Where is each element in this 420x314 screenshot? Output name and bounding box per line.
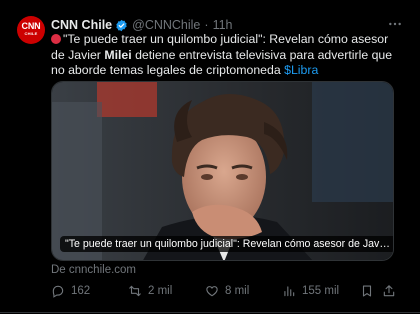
tweet-timestamp[interactable]: 11h — [213, 17, 233, 33]
card-headline[interactable]: "Te puede traer un quilombo judicial": R… — [60, 236, 393, 252]
tweet-header: CNN Chile @CNNChile · 11h — [51, 17, 233, 33]
bookmark-icon — [362, 285, 372, 297]
retweet-button[interactable]: 2 mil — [128, 282, 172, 300]
views-count: 155 mil — [302, 285, 340, 297]
reply-button[interactable]: 162 — [51, 282, 90, 300]
heart-icon — [206, 286, 218, 297]
bookmark-button[interactable] — [360, 282, 380, 300]
separator-dot: · — [204, 18, 209, 32]
author-handle[interactable]: @CNNChile — [132, 17, 200, 33]
like-count: 8 mil — [225, 285, 250, 297]
tweet-text-bold: Milei — [104, 47, 132, 62]
article-photo — [52, 82, 393, 260]
author-name[interactable]: CNN Chile — [51, 17, 112, 33]
verified-badge-icon — [116, 19, 127, 31]
views-icon — [284, 286, 295, 297]
divider — [0, 312, 420, 313]
action-bar: 162 2 mil 8 mil 155 mil — [51, 282, 395, 300]
avatar[interactable]: CNN CHILE — [17, 16, 45, 44]
share-button[interactable] — [382, 282, 402, 300]
avatar-logo: CNN CHILE — [21, 21, 41, 37]
cashtag-link[interactable]: $Libra — [284, 63, 318, 77]
more-options-icon[interactable] — [386, 15, 404, 33]
card-source[interactable]: De cnnchile.com — [51, 263, 136, 277]
reply-count: 162 — [71, 285, 91, 297]
like-button[interactable]: 8 mil — [205, 282, 249, 300]
red-circle-icon — [51, 34, 61, 44]
retweet-count: 2 mil — [148, 285, 173, 297]
views-button[interactable]: 155 mil — [282, 282, 339, 300]
share-icon — [383, 285, 395, 297]
reply-icon — [52, 285, 64, 298]
retweet-icon — [129, 285, 141, 297]
tweet[interactable]: CNN CHILE CNN Chile @CNNChile · 11h "Te … — [0, 0, 420, 314]
link-card[interactable]: "Te puede traer un quilombo judicial": R… — [51, 81, 394, 261]
tweet-text: "Te puede traer un quilombo judicial": R… — [51, 32, 401, 79]
